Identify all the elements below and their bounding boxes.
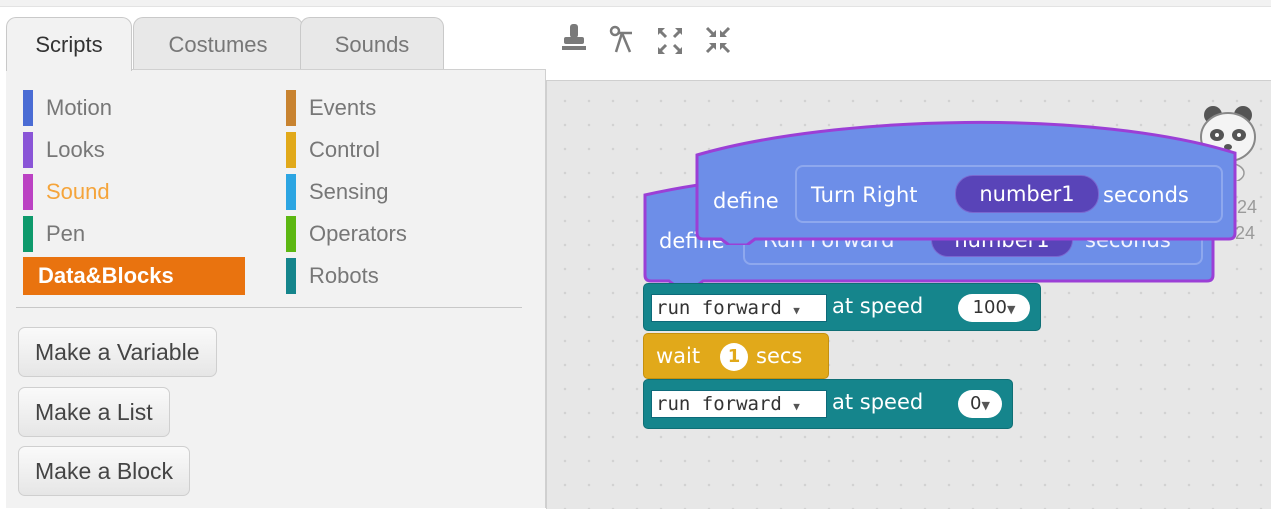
dropdown-value: run forward <box>656 393 782 415</box>
custom-block-prototype[interactable]: Turn Right number1 seconds <box>795 165 1223 223</box>
category-label: Robots <box>309 263 379 288</box>
speed-value: 100 <box>972 297 1007 318</box>
category-color-bar <box>23 174 33 210</box>
dropdown-arrow-icon: ▼ <box>1006 303 1016 316</box>
category-sensing[interactable]: Sensing <box>286 173 526 211</box>
category-color-bar <box>23 90 33 126</box>
category-label: Events <box>309 95 377 120</box>
wait-unit: secs <box>756 344 803 368</box>
category-label: Looks <box>46 137 105 162</box>
custom-block-suffix: seconds <box>1103 183 1189 207</box>
grow-icon[interactable] <box>656 22 684 56</box>
wait-block[interactable]: wait 1 secs <box>643 333 829 379</box>
category-label: Sound <box>46 179 110 204</box>
category-label: Control <box>309 137 380 162</box>
category-data-blocks[interactable]: Data&Blocks <box>23 257 245 295</box>
speed-input[interactable]: 100▼ <box>958 294 1030 322</box>
category-color-bar <box>286 216 296 252</box>
run-direction-dropdown[interactable]: run forward ▼ <box>651 294 827 322</box>
run-direction-dropdown[interactable]: run forward ▼ <box>651 390 827 418</box>
dropdown-arrow-icon: ▼ <box>793 400 800 413</box>
category-events[interactable]: Events <box>286 89 526 127</box>
duplicate-stamp-icon[interactable] <box>560 22 588 56</box>
category-color-bar <box>23 132 33 168</box>
category-label: Operators <box>309 221 407 246</box>
category-operators[interactable]: Operators <box>286 215 526 253</box>
category-color-bar <box>286 132 296 168</box>
wait-seconds-input[interactable]: 1 <box>720 343 748 371</box>
define-keyword: define <box>713 189 779 213</box>
category-pen[interactable]: Pen <box>23 215 263 253</box>
run-forward-block-2[interactable]: run forward ▼ at speed 0▼ <box>643 379 1013 429</box>
category-robots[interactable]: Robots <box>286 257 526 295</box>
run-forward-block-1[interactable]: run forward ▼ at speed 100▼ <box>643 283 1041 331</box>
category-label: Motion <box>46 95 113 120</box>
palette-divider <box>16 307 522 308</box>
custom-block-name: Turn Right <box>811 183 918 207</box>
blocks-palette: Motion Looks Sound Pen Data&Blocks Event… <box>6 69 546 508</box>
shrink-icon[interactable] <box>704 22 732 56</box>
block-text: at speed <box>832 294 924 318</box>
category-label: Data&Blocks <box>38 263 174 288</box>
wait-keyword: wait <box>656 344 701 368</box>
define-block-turn-right[interactable]: define Turn Right number1 seconds <box>695 103 1237 245</box>
category-looks[interactable]: Looks <box>23 131 263 169</box>
tab-costumes[interactable]: Costumes <box>133 17 303 69</box>
make-variable-button[interactable]: Make a Variable <box>18 327 217 377</box>
speed-value: 0 <box>970 393 982 414</box>
category-color-bar <box>286 174 296 210</box>
category-color-bar <box>286 258 296 294</box>
dropdown-value: run forward <box>656 297 782 319</box>
category-color-bar <box>286 90 296 126</box>
make-block-button[interactable]: Make a Block <box>18 446 191 496</box>
top-strip <box>0 0 1271 7</box>
dropdown-arrow-icon: ▼ <box>793 304 800 317</box>
speed-input[interactable]: 0▼ <box>958 390 1002 418</box>
tab-scripts[interactable]: Scripts <box>6 17 132 71</box>
category-sound[interactable]: Sound <box>23 173 263 211</box>
script-area[interactable]: 24 -24 define Run Forward number1 second… <box>546 80 1271 509</box>
make-list-button[interactable]: Make a List <box>18 387 170 437</box>
category-motion[interactable]: Motion <box>23 89 263 127</box>
category-control[interactable]: Control <box>286 131 526 169</box>
delete-scissors-icon[interactable] <box>608 22 636 56</box>
category-label: Sensing <box>309 179 389 204</box>
tab-sounds[interactable]: Sounds <box>300 17 444 69</box>
category-color-bar <box>23 216 33 252</box>
block-text: at speed <box>832 390 924 414</box>
dropdown-arrow-icon: ▼ <box>981 399 990 412</box>
sprite-x-readout: 24 <box>1237 197 1258 217</box>
param-number1[interactable]: number1 <box>955 175 1099 213</box>
category-label: Pen <box>46 221 86 246</box>
